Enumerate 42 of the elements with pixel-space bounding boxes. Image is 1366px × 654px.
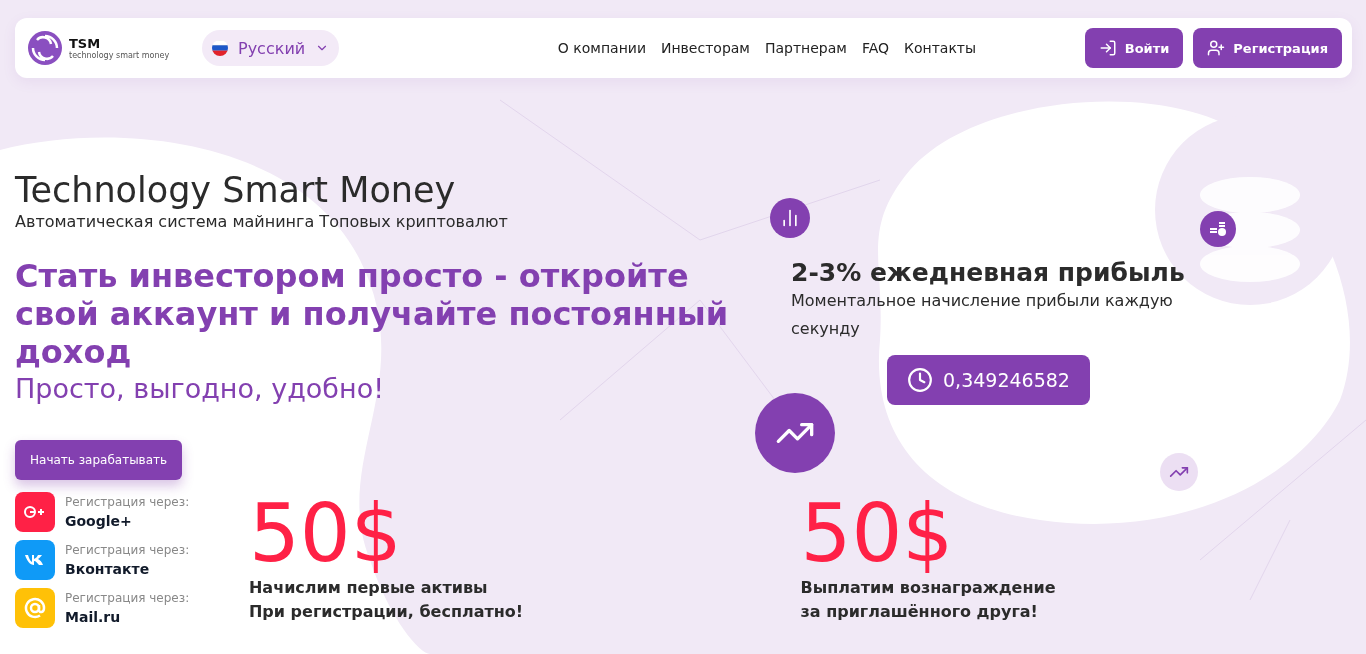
social-name[interactable]: Mail.ru — [65, 609, 190, 625]
logo-name: TSM — [69, 36, 102, 51]
login-icon — [1098, 39, 1117, 57]
hero-headline: Стать инвестором просто - откройте свой аккаунт и получайте постоянный доход — [15, 257, 730, 371]
hero-title: Technology Smart Money — [15, 170, 457, 210]
profit-title: 2-3% ежедневная прибыль — [791, 258, 1185, 287]
social-caption: Регистрация через: — [65, 495, 190, 509]
bonus-text: Начислим первые активы — [248, 577, 489, 599]
register-button[interactable]: Регистрация — [1193, 28, 1342, 68]
user-plus-icon — [1207, 39, 1226, 57]
social-caption: Регистрация через: — [65, 591, 190, 605]
logo-icon — [27, 30, 63, 66]
bonus-amount: 50$ — [248, 492, 403, 576]
bar-chart-icon — [770, 198, 810, 238]
nav-link[interactable]: FAQ — [861, 40, 889, 56]
bonus-text: При регистрации, бесплатно! — [248, 601, 525, 623]
nav-link[interactable]: Контакты — [904, 40, 977, 56]
nav-link[interactable]: О компании — [557, 40, 646, 56]
start-earning-button[interactable]: Начать зарабатывать — [15, 440, 183, 480]
vk-icon — [24, 553, 46, 567]
social-button[interactable] — [15, 588, 55, 628]
social-name[interactable]: Вконтакте — [65, 561, 190, 577]
flag-icon — [212, 40, 228, 56]
hero-slogan: Просто, выгодно, удобно! — [15, 373, 385, 404]
social-caption: Регистрация через: — [65, 543, 190, 557]
clock-icon — [907, 367, 933, 393]
hero-subtitle: Автоматическая система майнинга Топовых криптовалют — [15, 212, 509, 231]
profit-text: Моментальное начисление прибыли каждую секунду — [791, 290, 1174, 340]
login-button[interactable]: Войти — [1084, 28, 1184, 68]
social-name[interactable]: Google+ — [65, 513, 190, 529]
profit-counter: 0,349246582 — [887, 355, 1090, 405]
bonus-text: за приглашённого друга! — [800, 601, 1039, 623]
language-selector[interactable]: Русский — [202, 30, 340, 66]
bonus-text: Выплатим вознаграждение — [800, 577, 1057, 599]
at-sign-icon — [24, 597, 46, 619]
google-plus-icon — [24, 505, 46, 519]
logo-tagline: technology smart money — [69, 51, 170, 60]
social-button[interactable] — [15, 492, 55, 532]
social-button[interactable] — [15, 540, 55, 580]
bonus-amount: 50$ — [800, 492, 955, 576]
nav-link[interactable]: Партнерам — [764, 40, 847, 56]
nav-link[interactable]: Инвесторам — [661, 40, 750, 56]
